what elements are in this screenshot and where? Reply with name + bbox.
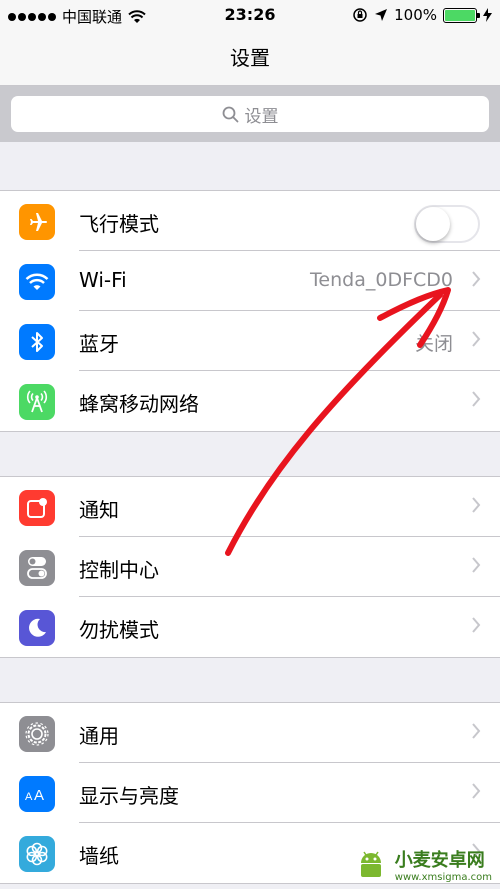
settings-row-notifications[interactable]: 通知 <box>0 477 500 537</box>
location-icon <box>375 9 388 21</box>
display-icon: A A <box>19 776 55 812</box>
settings-row-label: 蜂窝移动网络 <box>79 392 199 416</box>
navigation-bar: 设置 <box>0 30 500 86</box>
chevron-right-icon <box>472 497 481 513</box>
settings-row-label: 墙纸 <box>79 844 119 868</box>
bluetooth-icon <box>19 324 55 360</box>
gear-icon <box>19 716 55 752</box>
chevron-right-icon <box>472 783 481 799</box>
wallpaper-icon <box>19 836 55 872</box>
chevron-right-icon <box>472 617 481 633</box>
control-center-icon <box>19 550 55 586</box>
chevron-right-icon <box>472 723 481 739</box>
wifi-icon <box>19 264 55 300</box>
android-logo-icon <box>360 851 381 877</box>
battery-percent: 100% <box>394 6 437 24</box>
page-title: 设置 <box>230 46 270 70</box>
watermark-url: www.xmsigma.com <box>394 872 492 883</box>
settings-row-label: 显示与亮度 <box>79 784 179 808</box>
cellular-icon <box>19 384 55 420</box>
settings-row-wifi[interactable]: Wi-Fi Tenda_0DFCD0 <box>0 251 500 311</box>
site-watermark: 小麦安卓网 www.xmsigma.com <box>353 846 492 883</box>
settings-row-cellular[interactable]: 蜂窝移动网络 <box>0 371 500 431</box>
wifi-network-name: Tenda_0DFCD0 <box>310 269 453 291</box>
airplane-mode-toggle[interactable] <box>414 205 480 243</box>
search-input[interactable]: 设置 <box>11 96 489 132</box>
settings-row-display-brightness[interactable]: A A 显示与亮度 <box>0 763 500 823</box>
settings-row-control-center[interactable]: 控制中心 <box>0 537 500 597</box>
settings-row-label: 控制中心 <box>79 558 159 582</box>
moon-icon <box>19 610 55 646</box>
charging-icon <box>483 8 492 22</box>
search-bar: 设置 <box>0 86 500 142</box>
settings-row-bluetooth[interactable]: 蓝牙 关闭 <box>0 311 500 371</box>
chevron-right-icon <box>472 391 481 407</box>
settings-row-label: 通用 <box>79 724 119 748</box>
notifications-icon <box>19 490 55 526</box>
chevron-right-icon <box>472 271 481 287</box>
status-bar: 中国联通 23:26 100% <box>0 0 500 30</box>
settings-row-label: 飞行模式 <box>79 212 159 236</box>
settings-row-general[interactable]: 通用 <box>0 703 500 763</box>
battery-icon <box>443 7 480 23</box>
search-placeholder: 设置 <box>244 106 279 127</box>
settings-row-label: 蓝牙 <box>79 332 119 356</box>
notifications-group: 通知 控制中心 勿扰模式 <box>0 476 500 658</box>
watermark-title: 小麦安卓网 <box>394 850 485 871</box>
airplane-icon <box>19 204 55 240</box>
orientation-lock-icon <box>353 8 367 22</box>
settings-row-do-not-disturb[interactable]: 勿扰模式 <box>0 597 500 657</box>
chevron-right-icon <box>472 331 481 347</box>
settings-row-label: Wi-Fi <box>79 268 127 292</box>
svg-text:A: A <box>25 791 33 803</box>
connectivity-group: 飞行模式 Wi-Fi Tenda_0DFCD0 蓝牙 关闭 蜂窝移动网络 <box>0 190 500 432</box>
bluetooth-status: 关闭 <box>414 333 453 355</box>
settings-row-airplane-mode: 飞行模式 <box>0 191 500 251</box>
chevron-right-icon <box>472 557 481 573</box>
settings-row-label: 通知 <box>79 498 119 522</box>
svg-text:A: A <box>34 787 44 804</box>
settings-row-label: 勿扰模式 <box>79 618 159 642</box>
search-icon <box>222 106 238 122</box>
